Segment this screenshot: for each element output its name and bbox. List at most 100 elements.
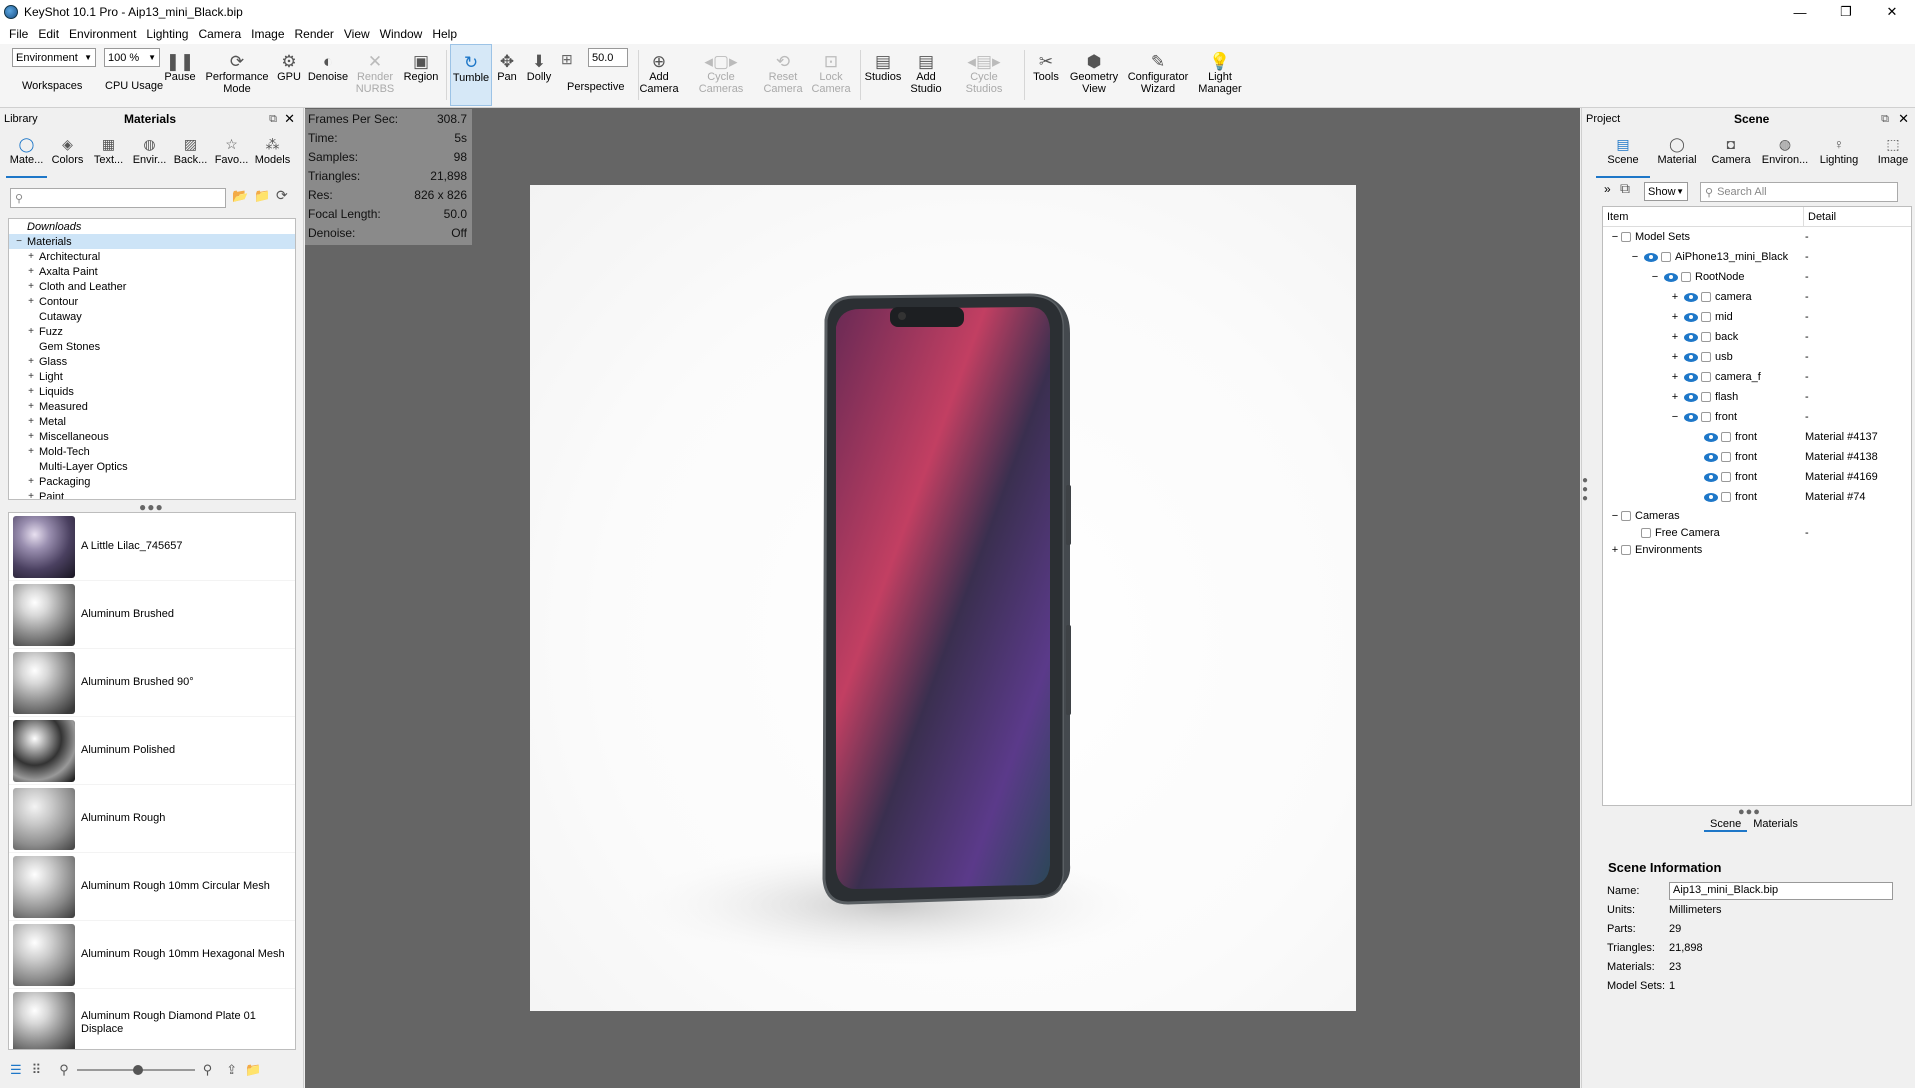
- scene-tree-row[interactable]: front Material #74: [1603, 487, 1911, 507]
- splitter-handle[interactable]: ●●●: [1738, 806, 1761, 818]
- workspace-select[interactable]: Environment ▼: [12, 48, 96, 67]
- cycle-cameras-button[interactable]: ◂▢▸ Cycle Cameras: [692, 44, 750, 106]
- library-tree-item[interactable]: + Liquids: [9, 384, 295, 399]
- library-tree-item[interactable]: Cutaway: [9, 309, 295, 324]
- scene-tree-row[interactable]: − RootNode -: [1603, 267, 1911, 287]
- pan-button[interactable]: ✥ Pan: [494, 44, 520, 106]
- close-panel-icon[interactable]: ✕: [1898, 111, 1909, 127]
- material-thumbnail-list[interactable]: A Little Lilac_745657 Aluminum Brushed Alu…: [8, 512, 296, 1050]
- scene-tree-row[interactable]: front Material #4137: [1603, 427, 1911, 447]
- collapse-icon[interactable]: −: [1669, 411, 1681, 423]
- folder-sync-icon[interactable]: 📁: [245, 1062, 261, 1078]
- material-item[interactable]: A Little Lilac_745657: [9, 513, 295, 581]
- grid-view-icon[interactable]: ⠿: [32, 1062, 42, 1078]
- dolly-button[interactable]: ⬇ Dolly: [522, 44, 556, 106]
- scene-tree[interactable]: Item Detail − Model Sets - − AiPhone13_mini_…: [1602, 206, 1912, 806]
- tab-lighting[interactable]: ♀ Lighting: [1812, 132, 1866, 178]
- scene-filter-icon[interactable]: ⧉: [1620, 180, 1630, 197]
- scene-name-input[interactable]: Aip13_mini_Black.bip: [1669, 882, 1893, 900]
- menu-help[interactable]: Help: [427, 27, 462, 41]
- tab-material[interactable]: ◯ Material: [1650, 132, 1704, 178]
- menu-file[interactable]: File: [4, 27, 33, 41]
- library-tree-item[interactable]: + Glass: [9, 354, 295, 369]
- visibility-eye-icon[interactable]: [1684, 392, 1698, 402]
- denoise-button[interactable]: ◐ Denoise: [306, 44, 350, 106]
- expand-icon[interactable]: +: [25, 431, 37, 442]
- menu-edit[interactable]: Edit: [33, 27, 64, 41]
- geometry-view-button[interactable]: ⬢ Geometry View: [1066, 44, 1122, 106]
- library-tree-item[interactable]: + Light: [9, 369, 295, 384]
- scene-tree-row[interactable]: − Cameras: [1603, 507, 1911, 524]
- menu-window[interactable]: Window: [375, 27, 428, 41]
- tab-materials-info[interactable]: Materials: [1747, 818, 1804, 832]
- visibility-eye-icon[interactable]: [1704, 452, 1718, 462]
- library-tree-item[interactable]: Multi-Layer Optics: [9, 459, 295, 474]
- scene-tree-row[interactable]: + back -: [1603, 327, 1911, 347]
- material-item[interactable]: Aluminum Rough Diamond Plate 01 Displace: [9, 989, 295, 1049]
- scene-tree-row[interactable]: front Material #4138: [1603, 447, 1911, 467]
- lock-camera-button[interactable]: ⊡ Lock Camera: [810, 44, 852, 106]
- scene-tree-row[interactable]: − front -: [1603, 407, 1911, 427]
- close-window-button[interactable]: ✕: [1869, 0, 1915, 24]
- expand-icon[interactable]: +: [25, 491, 37, 499]
- expand-icon[interactable]: +: [25, 326, 37, 337]
- menu-camera[interactable]: Camera: [193, 27, 246, 41]
- library-tree-item[interactable]: − Materials: [9, 234, 295, 249]
- library-tree-item[interactable]: + Packaging: [9, 474, 295, 489]
- tab-environments[interactable]: ◍ Envir...: [129, 132, 170, 178]
- scene-tree-row[interactable]: front Material #4169: [1603, 467, 1911, 487]
- region-button[interactable]: ▣ Region: [400, 44, 442, 106]
- menu-image[interactable]: Image: [246, 27, 289, 41]
- expand-icon[interactable]: +: [1609, 544, 1621, 556]
- zoom-in-icon[interactable]: ⚲: [203, 1062, 213, 1078]
- side-splitter-handle[interactable]: ● ● ●: [1582, 476, 1590, 504]
- tab-image[interactable]: ⬚ Image: [1866, 132, 1915, 178]
- column-header-detail[interactable]: Detail: [1803, 207, 1836, 227]
- library-tree-item[interactable]: Downloads: [9, 219, 295, 234]
- scene-search-input[interactable]: ⚲ Search All: [1700, 182, 1898, 202]
- render-canvas[interactable]: [530, 185, 1356, 1011]
- focal-length-input[interactable]: 50.0: [588, 48, 628, 67]
- menu-render[interactable]: Render: [290, 27, 339, 41]
- expand-icon[interactable]: +: [25, 356, 37, 367]
- visibility-eye-icon[interactable]: [1684, 312, 1698, 322]
- visibility-eye-icon[interactable]: [1644, 252, 1658, 262]
- light-manager-button[interactable]: 💡 Light Manager: [1194, 44, 1246, 106]
- menu-environment[interactable]: Environment: [64, 27, 141, 41]
- material-item[interactable]: Aluminum Polished: [9, 717, 295, 785]
- library-tree-item[interactable]: + Fuzz: [9, 324, 295, 339]
- expand-icon[interactable]: +: [25, 281, 37, 292]
- scene-tree-row[interactable]: + camera_f -: [1603, 367, 1911, 387]
- scene-tree-row[interactable]: + usb -: [1603, 347, 1911, 367]
- visibility-eye-icon[interactable]: [1704, 492, 1718, 502]
- refresh-icon[interactable]: ⟳: [276, 187, 288, 204]
- scene-tree-row[interactable]: + flash -: [1603, 387, 1911, 407]
- scene-tree-row[interactable]: − AiPhone13_mini_Black -: [1603, 247, 1911, 267]
- slider-handle[interactable]: [132, 1065, 143, 1075]
- cpu-usage-select[interactable]: 100 % ▼: [104, 48, 160, 67]
- collapse-icon[interactable]: −: [1649, 271, 1661, 283]
- tab-backplates[interactable]: ▨ Back...: [170, 132, 211, 178]
- scene-tree-row[interactable]: Free Camera -: [1603, 524, 1911, 541]
- maximize-button[interactable]: ❐: [1823, 0, 1869, 24]
- tools-button[interactable]: ✂ Tools: [1030, 44, 1062, 106]
- collapse-icon[interactable]: −: [1609, 231, 1621, 243]
- add-studio-button[interactable]: ▤ Add Studio: [906, 44, 946, 106]
- upload-icon[interactable]: ⇪: [226, 1062, 237, 1078]
- menu-view[interactable]: View: [339, 27, 375, 41]
- visibility-eye-icon[interactable]: [1704, 472, 1718, 482]
- tumble-button[interactable]: ↻ Tumble: [450, 44, 492, 106]
- expand-icon[interactable]: +: [1669, 351, 1681, 363]
- show-dropdown[interactable]: Show ▼: [1644, 182, 1688, 201]
- menu-lighting[interactable]: Lighting: [141, 27, 193, 41]
- library-folder-tree[interactable]: Downloads − Materials + Architectural + Axalta…: [8, 218, 296, 500]
- column-header-item[interactable]: Item: [1607, 211, 1628, 223]
- expand-icon[interactable]: +: [25, 266, 37, 277]
- expand-icon[interactable]: +: [1669, 311, 1681, 323]
- open-folder-icon[interactable]: 📂: [232, 188, 248, 204]
- scene-tree-row[interactable]: + Environments: [1603, 541, 1911, 558]
- visibility-eye-icon[interactable]: [1684, 352, 1698, 362]
- list-view-icon[interactable]: ☰: [10, 1062, 22, 1078]
- visibility-eye-icon[interactable]: [1684, 372, 1698, 382]
- expand-icon[interactable]: +: [25, 386, 37, 397]
